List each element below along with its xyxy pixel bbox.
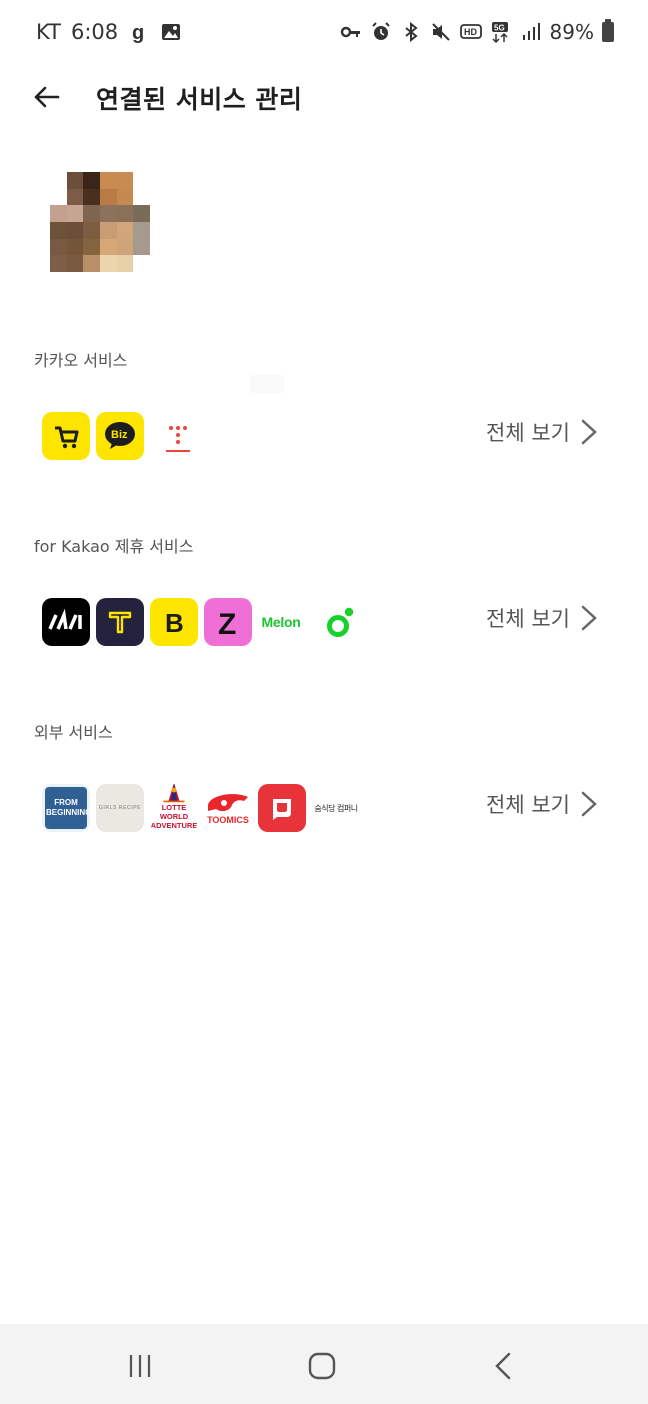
kakao-biz-icon: Biz bbox=[96, 412, 144, 460]
bluetooth-icon bbox=[404, 21, 418, 43]
girls-recipe-label: GIRLS RECIPE bbox=[98, 805, 142, 811]
g-app-icon: g bbox=[132, 22, 144, 43]
view-all-partner[interactable]: 전체 보기 bbox=[486, 598, 598, 638]
alarm-icon bbox=[371, 22, 390, 40]
svg-text:HD: HD bbox=[464, 27, 477, 37]
kakao-sports-icon bbox=[42, 598, 90, 646]
small-logo-label: 숨식당 컴퍼니 bbox=[314, 803, 358, 813]
red-chat-icon bbox=[258, 784, 306, 832]
toomics-label: TOOMICS bbox=[207, 815, 249, 825]
profile-avatar bbox=[50, 172, 284, 393]
chevron-right-icon bbox=[581, 791, 597, 817]
chevron-right-icon bbox=[581, 419, 597, 445]
key-icon bbox=[340, 26, 360, 38]
gallery-icon bbox=[162, 24, 181, 40]
kakao-t-icon bbox=[96, 598, 144, 646]
chevron-right-icon bbox=[581, 605, 597, 631]
svg-text:Z: Z bbox=[218, 608, 236, 638]
time-label: 6:08 bbox=[70, 20, 119, 44]
system-nav-bar bbox=[0, 1324, 648, 1404]
header: 연결된 서비스 관리 bbox=[0, 66, 648, 126]
view-all-label: 전체 보기 bbox=[486, 421, 570, 445]
kakao-service-row[interactable]: Biz 전체 보기 bbox=[0, 412, 648, 468]
zigzag-icon: Z bbox=[204, 598, 252, 646]
kakao-t-dots-icon bbox=[150, 412, 198, 460]
view-all-kakao[interactable]: 전체 보기 bbox=[486, 412, 598, 452]
green-circle-icon bbox=[314, 598, 362, 646]
status-bar: KT 6:08 g HD 5G 89% bbox=[0, 0, 648, 64]
svg-text:5G: 5G bbox=[494, 24, 505, 33]
svg-text:Biz: Biz bbox=[111, 429, 128, 441]
home-icon bbox=[308, 1352, 336, 1380]
page-title: 연결된 서비스 관리 bbox=[96, 85, 303, 114]
melon-label: Melon bbox=[261, 614, 301, 630]
kakao-shopping-icon bbox=[42, 412, 90, 460]
section-label-partner: for Kakao 제휴 서비스 bbox=[34, 537, 194, 556]
battery-label: 89% bbox=[549, 20, 594, 44]
back-icon bbox=[495, 1352, 511, 1380]
back-button[interactable] bbox=[482, 1346, 526, 1386]
recent-apps-icon bbox=[129, 1355, 151, 1377]
from-beginning-label: FROM BEGINNING. bbox=[46, 798, 90, 817]
section-label-kakao: 카카오 서비스 bbox=[34, 351, 128, 370]
section-label-external: 외부 서비스 bbox=[34, 723, 113, 742]
arrow-left-icon[interactable] bbox=[26, 76, 68, 118]
recent-apps-button[interactable] bbox=[118, 1346, 162, 1386]
lotte-world-icon: LOTTE WORLD ADVENTURE bbox=[150, 784, 198, 832]
svg-text:B: B bbox=[165, 608, 184, 638]
girls-recipe-icon: GIRLS RECIPE bbox=[96, 784, 144, 832]
b-icon: B bbox=[150, 598, 198, 646]
lotte-world-label: LOTTE WORLD ADVENTURE bbox=[150, 803, 198, 830]
mute-icon bbox=[431, 23, 450, 41]
5g-icon: 5G bbox=[491, 22, 508, 43]
melon-icon: Melon bbox=[256, 598, 306, 646]
small-logo-icon: 숨식당 컴퍼니 bbox=[312, 784, 360, 832]
toomics-icon: TOOMICS bbox=[204, 784, 252, 832]
view-all-label: 전체 보기 bbox=[486, 793, 570, 817]
carrier-label: KT bbox=[36, 20, 61, 44]
battery-icon bbox=[602, 19, 614, 42]
from-beginning-icon: FROM BEGINNING. bbox=[42, 784, 90, 832]
view-all-label: 전체 보기 bbox=[486, 607, 570, 631]
profile-name-placeholder bbox=[250, 375, 284, 393]
hd-icon: HD bbox=[459, 24, 482, 39]
view-all-external[interactable]: 전체 보기 bbox=[486, 784, 598, 824]
external-service-row[interactable]: FROM BEGINNING. GIRLS RECIPE LOTTE WORLD… bbox=[0, 784, 648, 840]
signal-icon bbox=[522, 23, 540, 40]
partner-service-row[interactable]: B Z Melon 전체 보기 bbox=[0, 598, 648, 654]
svg-text:g: g bbox=[132, 22, 144, 43]
home-button[interactable] bbox=[300, 1346, 344, 1386]
